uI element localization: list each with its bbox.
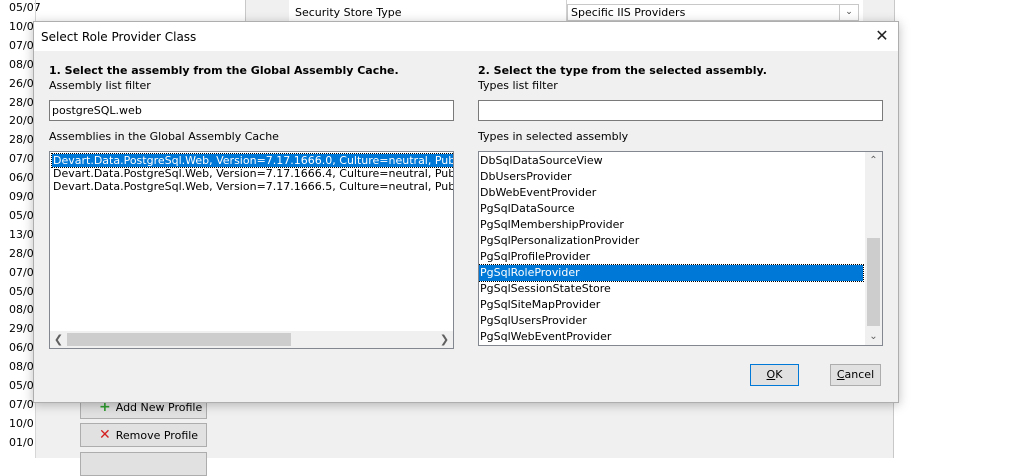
background-date: 13/0: [9, 227, 34, 241]
type-list-item[interactable]: PgSqlMembershipProvider: [479, 217, 863, 233]
dialog-titlebar: Select Role Provider Class ✕: [34, 22, 898, 51]
background-date: 28/0: [9, 133, 34, 147]
type-list-item[interactable]: PgSqlSiteMapProvider: [479, 297, 863, 313]
remove-profile-button[interactable]: ✕ Remove Profile: [80, 423, 207, 447]
cancel-accelerator: C: [836, 368, 845, 381]
security-store-type-select[interactable]: Specific IIS Providers ⌄: [567, 4, 859, 21]
assembly-section-heading: 1. Select the assembly from the Global A…: [49, 64, 399, 77]
chevron-down-icon[interactable]: ⌄: [839, 5, 858, 20]
assembly-filter-input[interactable]: postgreSQL.web: [49, 100, 454, 121]
types-filter-label: Types list filter: [478, 79, 558, 92]
background-date: 09/0: [9, 190, 34, 203]
scroll-right-icon[interactable]: ❯: [436, 331, 453, 348]
remove-x-icon: ✕: [99, 427, 111, 443]
background-date: 07/0: [9, 152, 34, 166]
type-list-item[interactable]: PgSqlWebEventProvider: [479, 329, 863, 345]
type-list-item[interactable]: PgSqlRoleProvider: [479, 264, 864, 282]
background-date: 07/0: [9, 265, 34, 279]
cancel-button[interactable]: Cancel: [830, 364, 881, 386]
background-date: 07/0: [9, 38, 34, 52]
scrollbar-thumb[interactable]: [67, 333, 291, 346]
assemblies-list-label: Assemblies in the Global Assembly Cache: [49, 130, 279, 143]
background-date: 06/0: [9, 341, 34, 355]
scroll-left-icon[interactable]: ❮: [50, 331, 67, 348]
type-list-item[interactable]: PgSqlPersonalizationProvider: [479, 233, 863, 249]
dialog-title: Select Role Provider Class: [41, 30, 197, 44]
background-date: 05/0: [9, 284, 34, 298]
type-list-item[interactable]: DbSqlDataSourceView: [479, 153, 863, 169]
cancel-label: ancel: [844, 368, 875, 381]
assembly-list-item[interactable]: Devart.Data.PostgreSql.Web, Version=7.17…: [52, 167, 453, 180]
scroll-up-icon[interactable]: ⌃: [865, 152, 882, 169]
background-date: 28/0: [9, 95, 34, 109]
type-list-item[interactable]: PgSqlSessionStateStore: [479, 281, 863, 297]
background-date: 08/0: [9, 303, 34, 317]
background-date: 20/0: [9, 114, 34, 128]
type-list-item[interactable]: PgSqlUsersProvider: [479, 313, 863, 329]
remove-profile-label: Remove Profile: [115, 428, 199, 442]
background-date: 08/0: [9, 360, 34, 374]
types-vertical-scrollbar[interactable]: ⌃ ⌄: [865, 152, 882, 345]
type-list-item[interactable]: DbUsersProvider: [479, 169, 863, 185]
background-date: 01/0: [9, 435, 34, 449]
background-date-column: 05/07 10/07 07/0 08/0 26/0 28/0 20/0 28/0 07/0 06…: [0, 0, 41, 458]
background-date: 28/0: [9, 246, 34, 260]
background-date: 29/0: [9, 322, 34, 336]
background-date: 06/0: [9, 171, 34, 185]
scroll-down-icon[interactable]: ⌄: [865, 328, 882, 345]
background-button-partial[interactable]: [80, 452, 207, 476]
ok-label: K: [775, 368, 783, 381]
types-listbox[interactable]: DbSqlDataSourceView DbUsersProvider DbWebE…: [478, 151, 883, 346]
background-date: 07/0: [9, 397, 34, 411]
assembly-filter-label: Assembly list filter: [49, 79, 151, 92]
select-value: Specific IIS Providers: [571, 6, 686, 19]
select-role-provider-dialog: Select Role Provider Class ✕ 1. Select t…: [33, 21, 899, 403]
background-date: 05/0: [9, 208, 34, 222]
type-list-item[interactable]: DbWebEventProvider: [479, 185, 863, 201]
assembly-list-item[interactable]: Devart.Data.PostgreSql.Web, Version=7.17…: [52, 180, 453, 193]
assemblies-horizontal-scrollbar[interactable]: ❮ ❯: [50, 331, 453, 348]
ok-button[interactable]: OK: [750, 364, 799, 386]
assemblies-listbox[interactable]: Devart.Data.PostgreSql.Web, Version=7.17…: [49, 151, 454, 349]
background-date: 05/0: [9, 379, 34, 392]
type-list-item[interactable]: PgSqlProfileProvider: [479, 249, 863, 265]
close-icon[interactable]: ✕: [866, 22, 898, 51]
background-date: 10/0: [9, 416, 34, 430]
scrollbar-thumb[interactable]: [867, 238, 880, 326]
types-filter-input[interactable]: [478, 100, 883, 121]
ok-accelerator: O: [766, 368, 776, 381]
assembly-list-item[interactable]: Devart.Data.PostgreSql.Web, Version=7.17…: [51, 153, 453, 168]
types-list-label: Types in selected assembly: [478, 130, 629, 143]
type-section-heading: 2. Select the type from the selected ass…: [478, 64, 767, 77]
background-date: 08/0: [9, 57, 34, 71]
type-list-item[interactable]: PgSqlDataSource: [479, 201, 863, 217]
background-date: 26/0: [9, 76, 34, 90]
property-label: Security Store Type: [295, 6, 402, 19]
